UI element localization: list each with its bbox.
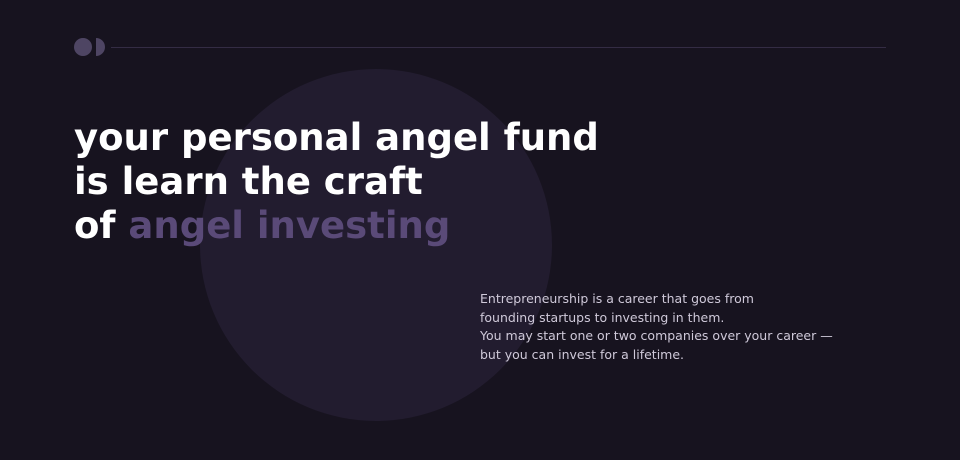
- header-divider: [111, 47, 886, 48]
- intro-line-2: founding startups to investing in them.: [480, 309, 725, 325]
- logo-icon[interactable]: [74, 38, 106, 56]
- intro-line-4: but you can invest for a lifetime.: [480, 346, 685, 362]
- headline-line-1: your personal angel fund: [74, 116, 599, 159]
- intro-paragraph: Entrepreneurship is a career that goes f…: [480, 290, 860, 364]
- logo-half-circle-icon: [96, 38, 105, 56]
- headline-prefix: of: [74, 204, 116, 247]
- top-bar: [74, 38, 886, 56]
- headline-line-3: of angel investing: [74, 204, 599, 248]
- intro-line-3: You may start one or two companies over …: [480, 328, 833, 343]
- headline-accent: angel investing: [128, 204, 451, 247]
- hero-headline: your personal angel fund is learn the cr…: [74, 116, 599, 248]
- logo-dot-icon: [74, 38, 92, 56]
- intro-line-1: Entrepreneurship is a career that goes f…: [480, 291, 754, 306]
- headline-line-2: is learn the craft: [74, 160, 423, 203]
